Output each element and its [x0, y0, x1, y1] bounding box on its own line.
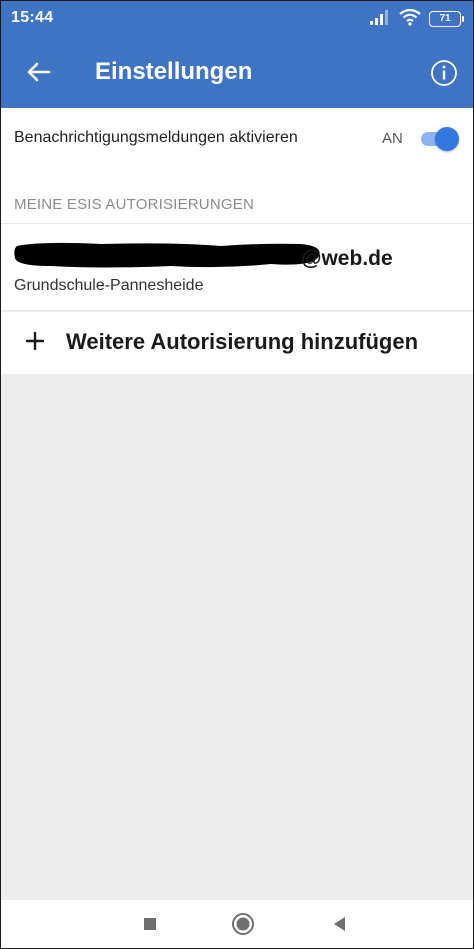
- signal-icon: [369, 9, 391, 30]
- circle-icon: [232, 913, 254, 935]
- page-title: Einstellungen: [95, 58, 253, 85]
- nav-back-button[interactable]: [327, 912, 351, 936]
- nav-home-button[interactable]: [231, 912, 255, 936]
- toggle-thumb: [435, 127, 459, 151]
- triangle-left-icon: [334, 917, 345, 931]
- info-button[interactable]: [429, 58, 459, 88]
- authorization-item[interactable]: @web.de Grundschule-Pannesheide: [1, 224, 473, 311]
- info-icon: [431, 60, 457, 86]
- status-icons: 71: [369, 7, 464, 31]
- status-time: 15:44: [11, 9, 54, 26]
- add-authorization-button[interactable]: Weitere Autorisierung hinzufügen: [1, 312, 473, 374]
- back-button[interactable]: [21, 54, 57, 90]
- nav-recent-button[interactable]: [138, 912, 162, 936]
- notifications-setting-row: Benachrichtigungsmeldungen aktivieren AN: [1, 108, 473, 170]
- system-nav-bar: [1, 900, 473, 948]
- wifi-icon: [399, 8, 421, 31]
- phone-screen: 15:44 71 Einstellungen Benachrichtigungs…: [0, 0, 474, 949]
- account-email: @web.de: [301, 247, 393, 270]
- notifications-toggle[interactable]: [419, 127, 459, 151]
- arrow-left-icon: [27, 62, 51, 82]
- account-school: Grundschule-Pannesheide: [14, 277, 204, 294]
- section-header: MEINE ESIS AUTORISIERUNGEN: [1, 170, 473, 224]
- redacted-email-mark: [14, 242, 320, 268]
- plus-icon: [25, 331, 45, 351]
- battery-icon: 71: [429, 11, 464, 27]
- section-title: MEINE ESIS AUTORISIERUNGEN: [14, 196, 254, 213]
- square-icon: [144, 918, 156, 930]
- toggle-state-label: AN: [382, 130, 403, 147]
- notifications-label: Benachrichtigungsmeldungen aktivieren: [14, 129, 298, 146]
- app-bar: Einstellungen: [1, 36, 473, 108]
- add-authorization-label: Weitere Autorisierung hinzufügen: [66, 329, 419, 354]
- status-bar: 15:44 71: [1, 1, 473, 36]
